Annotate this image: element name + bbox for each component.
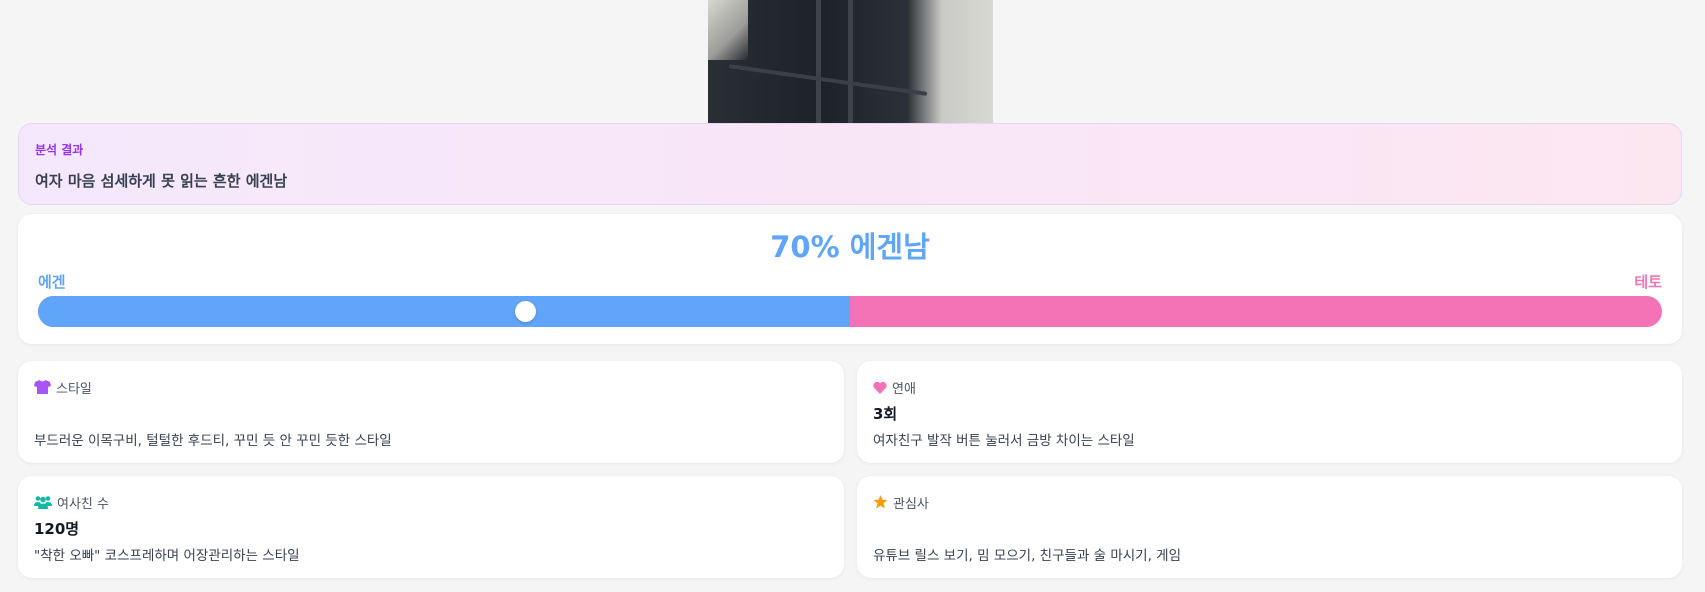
meter-headline: 70% 에겐남 [770, 230, 930, 264]
result-label: 분석 결과 [35, 143, 84, 157]
interests-desc: 유튜브 릴스 보기, 밈 모으기, 친구들과 술 마시기, 게임 [873, 548, 1182, 564]
analysis-result-panel: 분석 결과 여자 마음 섬세하게 못 읽는 흔한 에겐남 [18, 123, 1682, 205]
uploaded-photo [708, 0, 993, 123]
meter-bar [38, 296, 1662, 327]
female-friends-desc: "착한 오빠" 코스프레하며 어장관리하는 스타일 [34, 548, 300, 564]
users-icon [34, 495, 52, 509]
style-desc: 부드러운 이목구비, 털털한 후드티, 꾸민 듯 안 꾸민 듯한 스타일 [34, 433, 392, 449]
interests-card: 관심사 유튜브 릴스 보기, 밈 모으기, 친구들과 술 마시기, 게임 [857, 476, 1682, 578]
female-friends-card: 여사친 수 120명 "착한 오빠" 코스프레하며 어장관리하는 스타일 [18, 476, 844, 578]
style-card: 스타일 부드러운 이목구비, 털털한 후드티, 꾸민 듯 안 꾸민 듯한 스타일 [18, 361, 844, 463]
teto-label: 테토 [1634, 273, 1662, 291]
star-icon [873, 495, 888, 509]
female-friends-value: 120명 [34, 520, 80, 538]
dating-desc: 여자친구 발작 버튼 눌러서 금방 차이는 스타일 [873, 433, 1135, 449]
egen-teto-meter: 70% 에겐남 에겐 테토 [18, 214, 1682, 344]
dating-value: 3회 [873, 405, 898, 423]
shirt-icon [34, 380, 51, 394]
style-title: 스타일 [56, 381, 92, 397]
heart-icon [873, 381, 887, 394]
result-text: 여자 마음 섬세하게 못 읽는 흔한 에겐남 [35, 172, 288, 190]
dating-card: 연애 3회 여자친구 발작 버튼 눌러서 금방 차이는 스타일 [857, 361, 1682, 463]
interests-title: 관심사 [893, 496, 929, 512]
female-friends-title: 여사친 수 [57, 496, 109, 512]
egen-label: 에겐 [38, 273, 66, 291]
dating-title: 연애 [892, 381, 916, 397]
egen-bar-fill [38, 296, 850, 327]
